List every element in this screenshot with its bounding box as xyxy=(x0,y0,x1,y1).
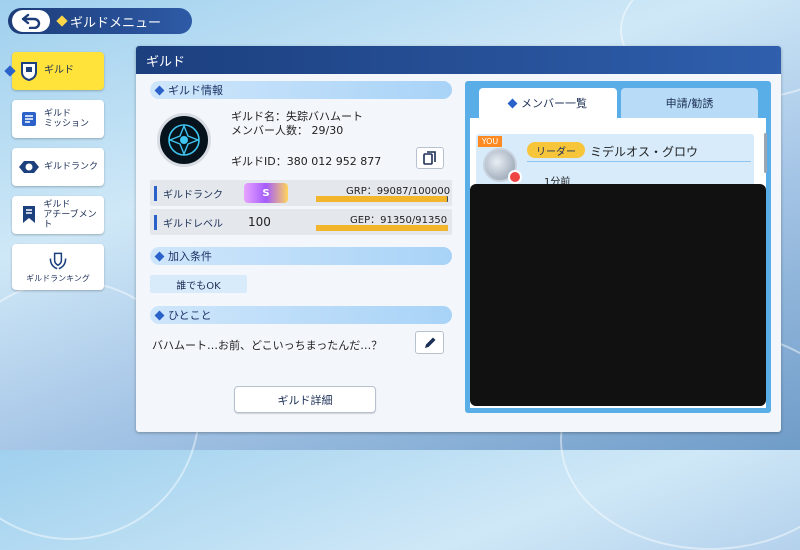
you-tag: YOU xyxy=(478,136,502,147)
sidebar-item-label: ギルド ミッション xyxy=(44,109,90,129)
guild-emblem xyxy=(157,113,211,167)
banner-icon xyxy=(18,204,39,226)
grp-value: GRP：99087/100000 xyxy=(346,186,451,197)
section-join-conditions: 加入条件 xyxy=(150,247,452,265)
grp-progress-bar xyxy=(316,196,448,202)
sidebar: ギルド ギルド ミッション ギルドランク ギルド アチーブメント ギルドランキン… xyxy=(4,52,108,300)
sidebar-item-label: ギルド xyxy=(44,65,74,76)
tab-label: メンバー一覧 xyxy=(521,97,587,110)
scroll-icon xyxy=(18,108,40,130)
member-name: ミデルオス・グロウ xyxy=(590,145,699,159)
guild-shield-icon xyxy=(18,60,40,82)
guild-id: ギルドID：380 012 952 877 xyxy=(231,155,382,168)
section-title: 加入条件 xyxy=(168,250,212,263)
guild-level-row: ギルドレベル 100 GEP：91350/91350 xyxy=(150,209,452,235)
join-condition-value: 誰でもOK xyxy=(150,275,247,293)
guild-level-value: 100 xyxy=(248,215,271,229)
tab-member-list[interactable]: メンバー一覧 xyxy=(479,88,617,118)
selection-pointer-icon xyxy=(4,65,16,77)
sidebar-item-guild-achievement[interactable]: ギルド アチーブメント xyxy=(12,196,104,234)
guild-level-label: ギルドレベル xyxy=(154,215,223,230)
tab-label: 申請/勧誘 xyxy=(665,97,714,110)
sidebar-item-guild-mission[interactable]: ギルド ミッション xyxy=(12,100,104,138)
rank-emblem-icon xyxy=(18,156,40,178)
section-guild-info: ギルド情報 xyxy=(150,81,452,99)
diamond-icon xyxy=(154,251,165,261)
header-title: ギルドメニュー xyxy=(56,12,162,31)
diamond-icon xyxy=(154,85,165,95)
header-title-text: ギルドメニュー xyxy=(70,15,162,31)
grp-progress-fill xyxy=(316,196,447,202)
section-comment: ひとこと xyxy=(150,306,452,324)
gep-progress-bar xyxy=(316,225,448,231)
role-badge: リーダー xyxy=(527,142,585,158)
diamond-icon xyxy=(154,310,165,320)
sidebar-item-guild-rank[interactable]: ギルドランク xyxy=(12,148,104,186)
diamond-icon xyxy=(56,15,68,27)
pencil-icon xyxy=(424,337,435,348)
guild-emblem-icon xyxy=(168,124,200,156)
gep-value: GEP：91350/91350 xyxy=(350,215,448,226)
header-bar: ギルドメニュー xyxy=(8,8,192,34)
sidebar-item-guild-ranking[interactable]: ギルドランキング xyxy=(12,244,104,290)
copy-icon xyxy=(423,150,436,165)
back-button[interactable] xyxy=(12,10,50,32)
section-title: ギルド情報 xyxy=(168,84,223,97)
laurel-shield-icon xyxy=(47,250,69,272)
member-count: メンバー人数： 29/30 xyxy=(231,124,344,137)
sidebar-item-label: ギルドランキング xyxy=(26,274,90,283)
sidebar-item-guild[interactable]: ギルド xyxy=(4,52,104,90)
member-list-scrollbar[interactable] xyxy=(764,133,767,173)
tab-requests[interactable]: 申請/勧誘 xyxy=(621,88,758,118)
guild-detail-button[interactable]: ギルド詳細 xyxy=(234,386,376,413)
section-title: ひとこと xyxy=(168,309,212,322)
sidebar-item-label: ギルド アチーブメント xyxy=(43,200,97,230)
guild-comment: バハムート…お前、どこいっちまったんだ…？ xyxy=(152,339,383,352)
copy-id-button[interactable] xyxy=(416,147,444,169)
back-arrow-icon xyxy=(21,13,41,29)
sidebar-item-label: ギルドランク xyxy=(44,162,99,172)
edit-comment-button[interactable] xyxy=(415,331,444,354)
panel-title: ギルド xyxy=(136,46,781,74)
diamond-icon xyxy=(507,98,518,108)
class-badge-icon xyxy=(508,170,522,184)
redacted-area xyxy=(470,184,766,406)
gep-progress-fill xyxy=(316,225,448,231)
guild-rank-label: ギルドランク xyxy=(154,186,223,201)
divider xyxy=(527,161,751,162)
guild-rank-row: ギルドランク S GRP：99087/100000 xyxy=(150,180,452,206)
rank-badge: S xyxy=(244,183,288,203)
